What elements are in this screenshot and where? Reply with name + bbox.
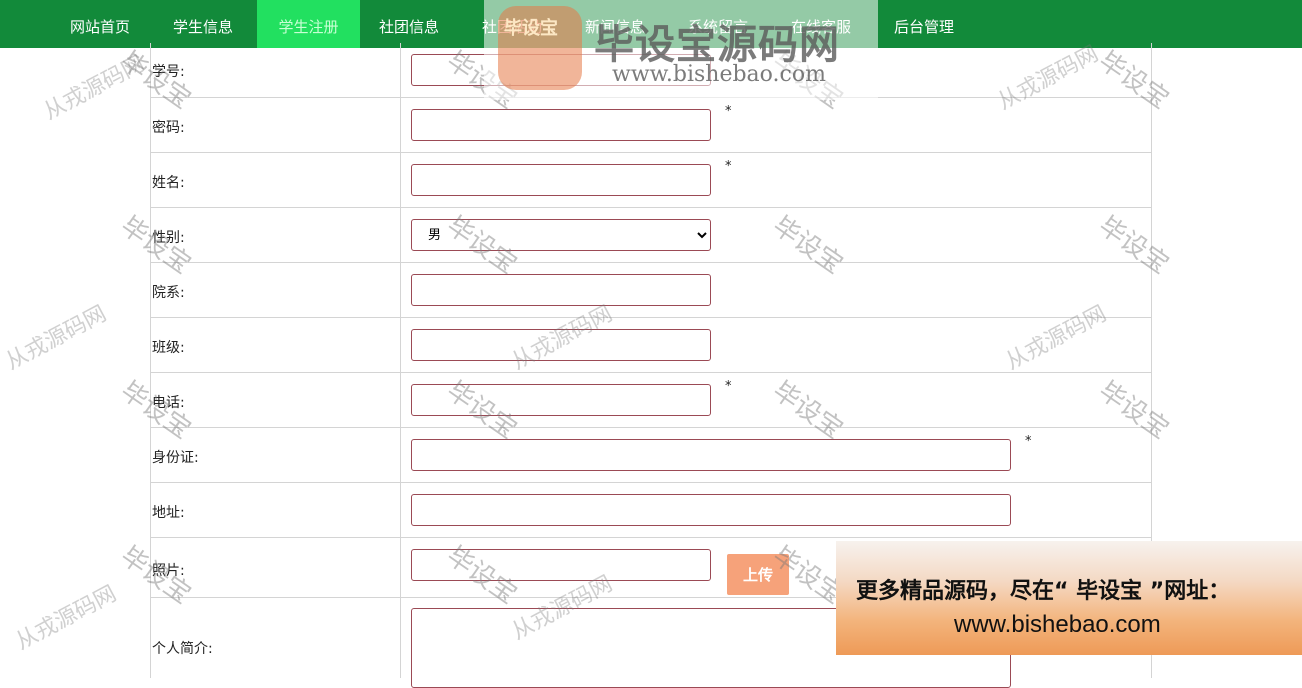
label-cell: 地址: [151,483,401,537]
form-row-phone: 电话: * [151,373,1151,428]
label-cell: 照片: [151,538,401,597]
nav-item-messages[interactable]: 系统留言 [688,0,748,48]
nav-item-news[interactable]: 新闻信息 [585,0,645,48]
required-mark: * [725,104,732,119]
field-label: 密码: [152,120,185,136]
watermark: 从戎源码网 [1,301,111,376]
label-cell: 密码: [151,98,401,152]
field-label: 个人简介: [152,641,213,657]
nav-item-online-service[interactable]: 在线客服 [791,0,851,48]
field-label: 性别: [152,230,185,246]
label-cell: 姓名: [151,153,401,207]
field-label: 照片: [152,563,185,579]
promo-url: www.bishebao.com [954,611,1161,638]
nav-item-clubs[interactable]: 社团信息 [379,0,439,48]
label-cell: 学号: [151,43,401,97]
form-row-password: 密码: * [151,98,1151,153]
upload-button[interactable]: 上传 [727,554,789,595]
top-nav-bar: 网站首页 学生信息 学生注册 社团信息 社团活动 新闻信息 系统留言 在线客服 … [0,0,1302,48]
field-label: 电话: [152,395,185,411]
field-label: 学号: [152,64,185,80]
label-cell: 个人简介: [151,598,401,678]
nav-item-home[interactable]: 网站首页 [70,0,130,48]
field-label: 身份证: [152,450,199,466]
form-row-id-card: 身份证: * [151,428,1151,483]
nav-item-admin[interactable]: 后台管理 [894,0,954,48]
required-mark: * [725,159,732,174]
phone-input[interactable] [411,384,711,416]
field-label: 院系: [152,285,185,301]
form-row-department: 院系: [151,263,1151,318]
watermark: 从戎源码网 [11,581,121,656]
label-cell: 班级: [151,318,401,372]
department-input[interactable] [411,274,711,306]
form-row-address: 地址: [151,483,1151,538]
label-cell: 电话: [151,373,401,427]
student-id-input[interactable] [411,54,711,86]
photo-input[interactable] [411,549,711,581]
form-row-student-id: 学号: [151,43,1151,98]
password-input[interactable] [411,109,711,141]
nav-item-students[interactable]: 学生信息 [173,0,233,48]
address-input[interactable] [411,494,1011,526]
watermark: 从戎源码网 [39,51,149,126]
label-cell: 院系: [151,263,401,317]
form-row-name: 姓名: * [151,153,1151,208]
field-label: 地址: [152,505,185,521]
label-cell: 性别: [151,208,401,262]
class-input[interactable] [411,329,711,361]
id-card-input[interactable] [411,439,1011,471]
required-mark: * [725,379,732,394]
form-row-gender: 性别: 男 [151,208,1151,263]
label-cell: 身份证: [151,428,401,482]
nav-item-club-activities[interactable]: 社团活动 [482,0,542,48]
gender-select[interactable]: 男 [411,219,711,251]
promo-banner[interactable]: 更多精品源码，尽在“ 毕设宝 ”网址： www.bishebao.com [836,541,1302,655]
nav-item-student-register[interactable]: 学生注册 [257,0,360,48]
required-mark: * [1025,434,1032,449]
field-label: 班级: [152,340,185,356]
name-input[interactable] [411,164,711,196]
promo-text: 更多精品源码，尽在“ 毕设宝 ”网址： [856,579,1231,604]
field-label: 姓名: [152,175,185,191]
form-row-class: 班级: [151,318,1151,373]
